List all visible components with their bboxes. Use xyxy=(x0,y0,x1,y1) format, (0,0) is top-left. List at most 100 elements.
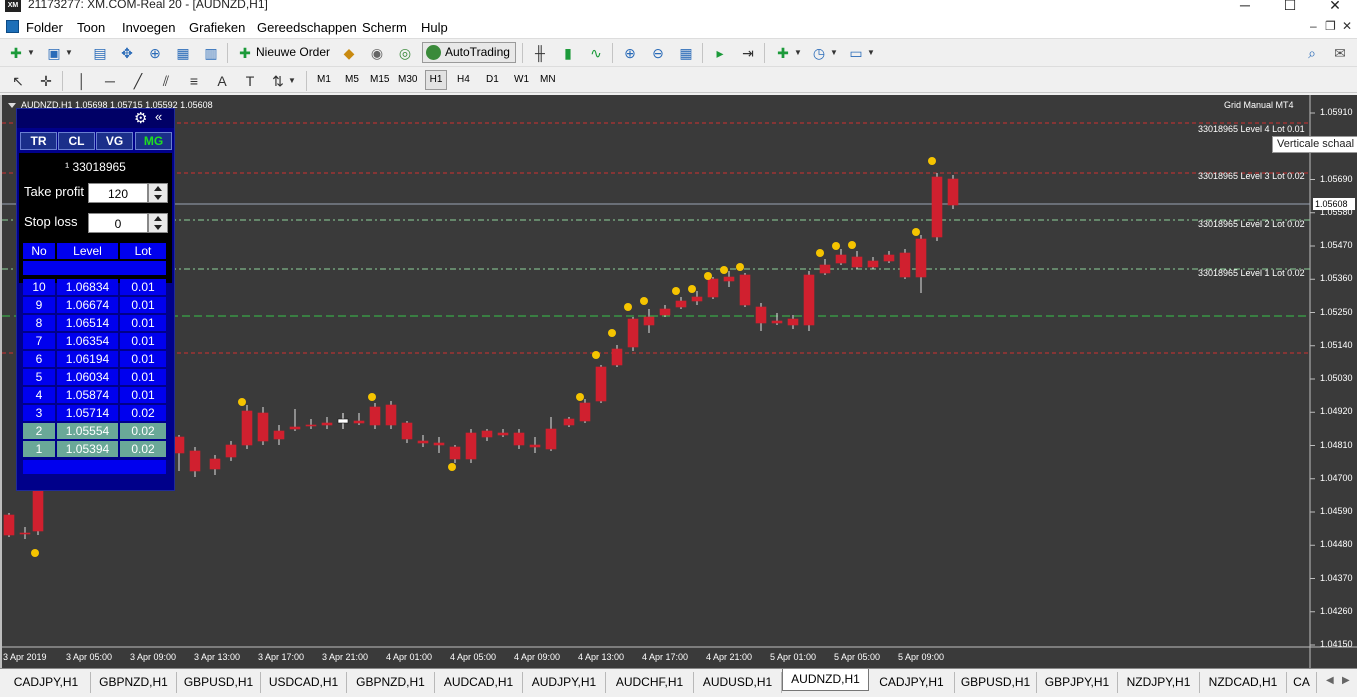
templates-icon[interactable]: ▭ xyxy=(846,43,866,63)
mdi-minimize-button[interactable]: – xyxy=(1310,19,1317,33)
menu-hulp[interactable]: Hulp xyxy=(421,20,448,35)
timeframe-w1[interactable]: W1 xyxy=(514,74,529,85)
grid-row[interactable]: 8 1.06514 0.01 xyxy=(23,315,166,331)
expert-advisor-label[interactable]: Grid Manual MT4 xyxy=(1224,100,1294,110)
chevron-down-icon[interactable]: ▼ xyxy=(25,43,37,63)
timeframe-m5[interactable]: M5 xyxy=(345,74,359,85)
symbol-tab[interactable]: NZDCAD,H1 xyxy=(1200,672,1287,693)
maximize-button[interactable]: ☐ xyxy=(1268,0,1312,14)
chevron-down-icon[interactable]: ▼ xyxy=(792,43,804,63)
strategy-tester-icon[interactable]: ▥ xyxy=(201,43,221,63)
grid-row[interactable]: 9 1.06674 0.01 xyxy=(23,297,166,313)
tabs-left-icon[interactable]: ◀ xyxy=(1326,675,1334,686)
symbol-tab[interactable]: AUDCHF,H1 xyxy=(606,672,694,693)
equidistant-channel-icon[interactable]: ⫽ xyxy=(156,71,176,91)
new-order-icon[interactable]: ✚ xyxy=(235,43,255,63)
line-chart-icon[interactable]: ∿ xyxy=(586,43,606,63)
take-profit-stepper[interactable] xyxy=(148,183,168,203)
timeframe-m1[interactable]: M1 xyxy=(317,74,331,85)
chevron-down-icon[interactable]: ▼ xyxy=(63,43,75,63)
signals-icon[interactable]: ◉ xyxy=(367,43,387,63)
search-icon[interactable]: ⌕ xyxy=(1302,43,1322,63)
symbol-tab[interactable]: AUDNZD,H1 xyxy=(782,669,869,691)
stop-loss-stepper[interactable] xyxy=(148,213,168,233)
tab-vg[interactable]: VG xyxy=(96,132,133,150)
chart-shift-icon[interactable]: ⇥ xyxy=(738,43,758,63)
timeframe-m15[interactable]: M15 xyxy=(370,74,389,85)
symbol-tab[interactable]: AUDCAD,H1 xyxy=(435,672,523,693)
grid-row[interactable]: 7 1.06354 0.01 xyxy=(23,333,166,349)
chevron-down-icon[interactable]: ▼ xyxy=(828,43,840,63)
candlestick-chart-icon[interactable]: ▮ xyxy=(558,43,578,63)
mdi-restore-button[interactable]: ❐ xyxy=(1325,19,1336,33)
menu-invoegen[interactable]: Invoegen xyxy=(122,20,176,35)
take-profit-input[interactable]: 120 xyxy=(88,183,148,203)
symbol-tab[interactable]: GBPNZD,H1 xyxy=(91,672,177,693)
menu-toon[interactable]: Toon xyxy=(77,20,105,35)
vertical-line-icon[interactable]: │ xyxy=(72,71,92,91)
tabs-right-icon[interactable]: ▶ xyxy=(1342,675,1350,686)
price-chart[interactable] xyxy=(2,95,1357,668)
symbol-tab[interactable]: CADJPY,H1 xyxy=(2,672,91,693)
grid-row[interactable]: 5 1.06034 0.01 xyxy=(23,369,166,385)
text-icon[interactable]: A xyxy=(212,71,232,91)
market-watch-icon[interactable]: ▤ xyxy=(90,43,110,63)
grid-row[interactable]: 1 1.05394 0.02 xyxy=(23,441,166,457)
chart-window-icon[interactable] xyxy=(6,20,19,33)
grid-row[interactable]: 2 1.05554 0.02 xyxy=(23,423,166,439)
timeframe-h4[interactable]: H4 xyxy=(457,74,470,85)
timeframe-h1[interactable]: H1 xyxy=(425,70,447,90)
tab-tr[interactable]: TR xyxy=(20,132,57,150)
tile-windows-icon[interactable]: ▦ xyxy=(676,43,696,63)
metaeditor-icon[interactable]: ◆ xyxy=(339,43,359,63)
chart-menu-icon[interactable] xyxy=(8,103,16,108)
tab-cl[interactable]: CL xyxy=(58,132,95,150)
crosshair-icon[interactable]: ✛ xyxy=(36,71,56,91)
grid-row[interactable]: 4 1.05874 0.01 xyxy=(23,387,166,403)
chevron-down-icon[interactable]: ▼ xyxy=(286,71,298,91)
symbol-tab[interactable]: CADJPY,H1 xyxy=(869,672,955,693)
menu-gereedschappen[interactable]: Gereedschappen xyxy=(257,20,357,35)
gear-icon[interactable]: ⚙ xyxy=(134,109,147,127)
autotrading-button[interactable]: AutoTrading xyxy=(422,42,516,63)
terminal-icon[interactable]: ▦ xyxy=(173,43,193,63)
grid-row[interactable]: 10 1.06834 0.01 xyxy=(23,279,166,295)
chevron-down-icon[interactable]: ▼ xyxy=(865,43,877,63)
navigator-icon[interactable]: ✥ xyxy=(117,43,137,63)
timeframe-m30[interactable]: M30 xyxy=(398,74,417,85)
new-order-button[interactable]: Nieuwe Order xyxy=(256,45,330,59)
symbol-tab[interactable]: USDCAD,H1 xyxy=(261,672,347,693)
symbol-tab[interactable]: GBPUSD,H1 xyxy=(177,672,261,693)
zoom-in-icon[interactable]: ⊕ xyxy=(620,43,640,63)
zoom-out-icon[interactable]: ⊖ xyxy=(648,43,668,63)
trend-line-icon[interactable]: ╱ xyxy=(128,71,148,91)
tab-mg[interactable]: MG xyxy=(135,132,172,150)
symbol-tab[interactable]: GBPJPY,H1 xyxy=(1037,672,1118,693)
menu-folder[interactable]: Folder xyxy=(26,20,63,35)
fibonacci-icon[interactable]: ≡ xyxy=(184,71,204,91)
horizontal-line-icon[interactable]: ─ xyxy=(100,71,120,91)
auto-scroll-icon[interactable]: ▸ xyxy=(710,43,730,63)
chat-icon[interactable]: ✉ xyxy=(1330,43,1350,63)
periods-icon[interactable]: ◷ xyxy=(809,43,829,63)
text-label-icon[interactable]: T xyxy=(240,71,260,91)
timeframe-mn[interactable]: MN xyxy=(540,74,556,85)
arrows-icon[interactable]: ⇅ xyxy=(268,71,288,91)
collapse-icon[interactable]: « xyxy=(155,109,162,124)
stop-loss-input[interactable]: 0 xyxy=(88,213,148,233)
indicators-icon[interactable]: ✚ xyxy=(773,43,793,63)
grid-row[interactable]: 6 1.06194 0.01 xyxy=(23,351,166,367)
bar-chart-icon[interactable]: ╫ xyxy=(530,43,550,63)
chart-area[interactable]: AUDNZD,H1 1.05698 1.05715 1.05592 1.0560… xyxy=(2,95,1357,668)
profiles-icon[interactable]: ▣ xyxy=(44,43,64,63)
minimize-button[interactable]: ─ xyxy=(1223,0,1267,14)
market-icon[interactable]: ◎ xyxy=(395,43,415,63)
new-chart-icon[interactable]: ✚ xyxy=(6,43,26,63)
mdi-close-button[interactable]: ✕ xyxy=(1342,19,1352,33)
menu-scherm[interactable]: Scherm xyxy=(362,20,407,35)
symbol-tab[interactable]: CA xyxy=(1287,672,1317,693)
timeframe-d1[interactable]: D1 xyxy=(486,74,499,85)
menu-grafieken[interactable]: Grafieken xyxy=(189,20,245,35)
grid-row[interactable]: 3 1.05714 0.02 xyxy=(23,405,166,421)
data-window-icon[interactable]: ⊕ xyxy=(145,43,165,63)
